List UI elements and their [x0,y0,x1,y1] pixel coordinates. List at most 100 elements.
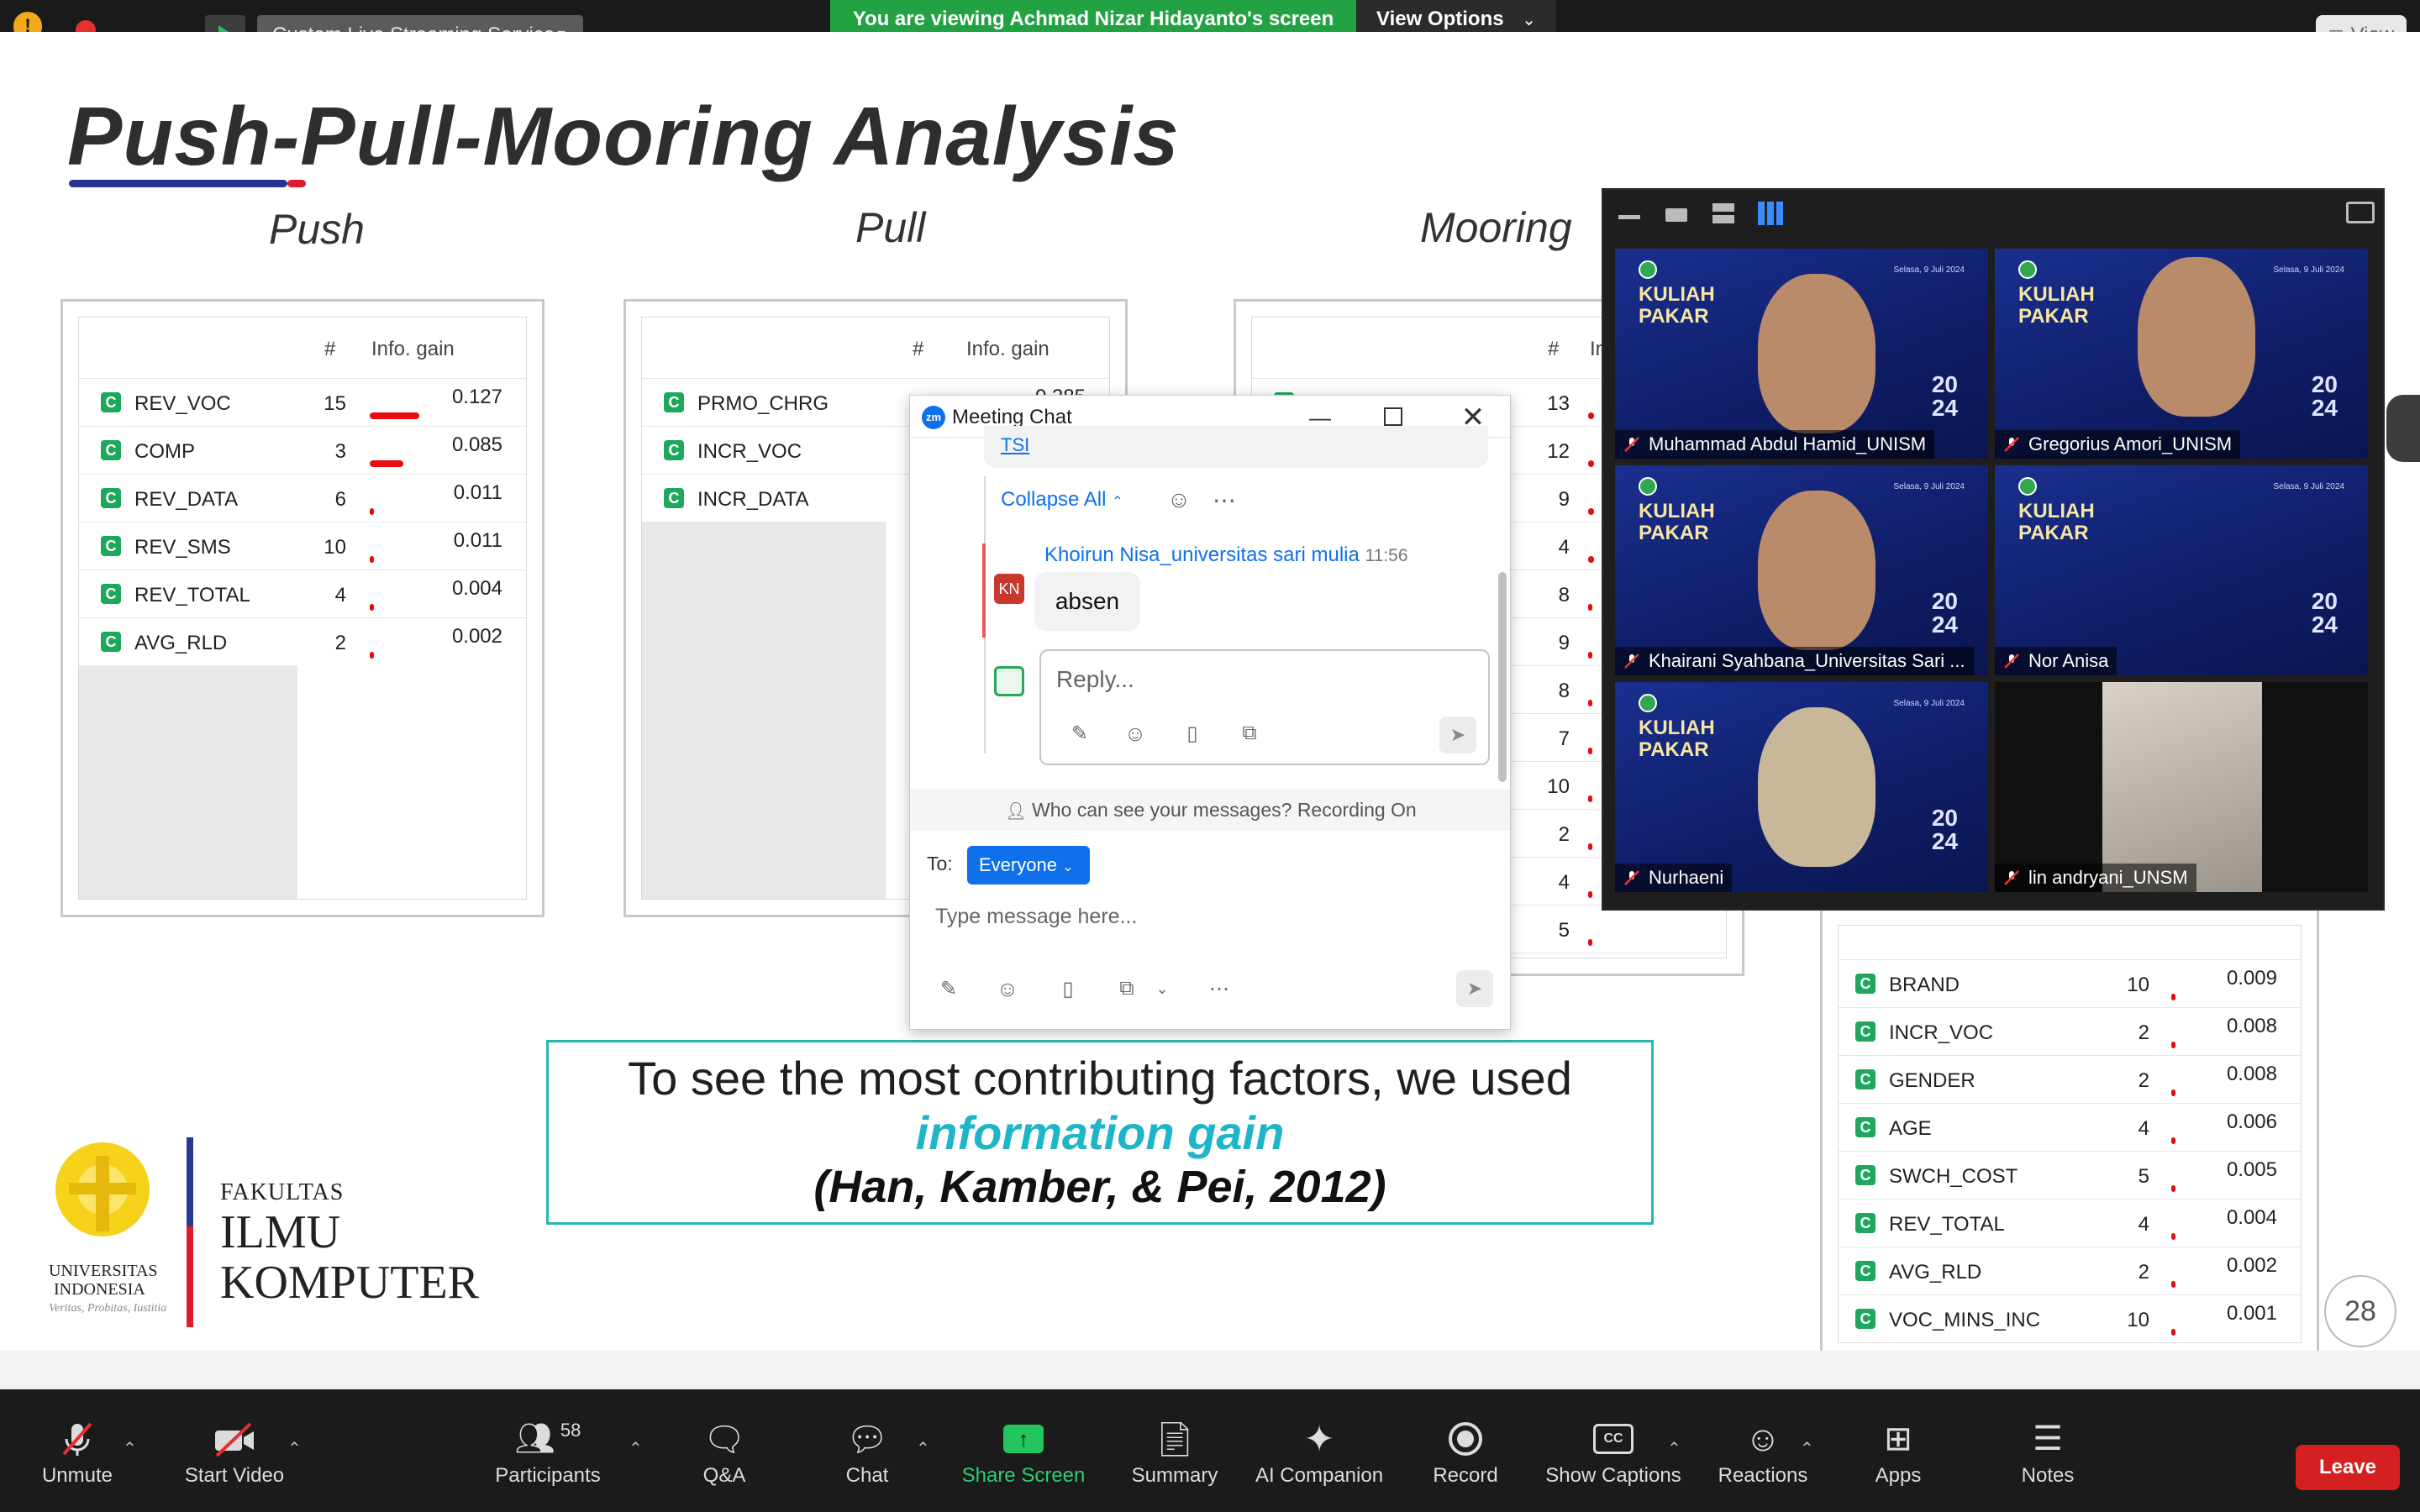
participants-options-caret[interactable]: ⌃ [629,1438,643,1459]
reactions-button[interactable]: ☺ Reactions [1714,1389,1812,1512]
gallery-view-icon[interactable] [1758,202,1783,225]
info-gain-value: 0.005 [2226,1158,2277,1181]
meeting-chat-window[interactable]: zm Meeting Chat — ✕ TSI Collapse All ⌃ ☺… [909,395,1511,1030]
page-number-text: 28 [2344,1295,2376,1327]
emoji-icon[interactable]: ☺ [1122,720,1149,747]
info-gain-bar [2171,1281,2175,1288]
feature-name: INCR_VOC [1889,1021,1994,1044]
send-icon[interactable]: ➤ [1456,970,1493,1007]
unmute-button[interactable]: Unmute [24,1389,131,1512]
empty-rows-area [642,522,886,899]
info-gain-bar [1588,412,1594,419]
table-row: CINCR_DATA20.000 [1839,1342,2302,1343]
file-icon[interactable]: ▯ [1055,975,1081,1002]
participants-button[interactable]: 👥︎ 58 Participants [484,1389,612,1512]
sender-avatar: KN [994,574,1024,604]
send-icon[interactable]: ➤ [1439,717,1476,753]
video-gallery-panel[interactable]: Selasa, 9 Juli 2024 KULIAH PAKAR 20 24 Muhamm… [1602,188,2385,911]
video-options-caret[interactable]: ⌃ [287,1438,302,1459]
notes-button[interactable]: ☰ Notes [2010,1389,2086,1512]
visibility-notice[interactable]: 👤︎ Who can see your messages? Recording … [910,789,1510,831]
captions-options-caret[interactable]: ⌃ [1667,1438,1681,1459]
chat-label: Chat [845,1464,889,1487]
info-gain-value: 0.002 [2226,1254,2277,1277]
add-reaction-icon[interactable]: ☺ [1164,485,1194,515]
participant-tile[interactable]: Selasa, 9 Juli 2024 KULIAH PAKAR 20 24 Nor An… [1995,465,2368,675]
show-captions-button[interactable]: CC Show Captions [1539,1389,1687,1512]
feature-count: 13 [1547,392,1570,415]
participant-tile[interactable]: Selasa, 9 Juli 2024 KULIAH PAKAR 20 24 Nurhae… [1615,682,1988,892]
chat-scrollbar[interactable] [1498,572,1507,782]
chevron-down-icon: ⌄ [1062,860,1074,874]
event-title-line1: KULIAH [2018,283,2095,306]
feature-count: 2 [334,632,346,654]
qa-button[interactable]: 🗨︎ Q&A [689,1389,760,1512]
feature-name: INCR_DATA [697,488,809,511]
participant-video [1758,491,1876,650]
maximize-icon[interactable] [1384,407,1402,426]
minimize-view-icon[interactable] [1618,215,1640,219]
participant-tile[interactable]: Selasa, 9 Juli 2024 KULIAH PAKAR 20 24 Gregor… [1995,249,2368,459]
file-icon[interactable]: ▯ [1179,720,1206,747]
apps-button[interactable]: ⊞ Apps [1860,1389,1936,1512]
reply-box[interactable]: Reply... ✎ ☺ ▯ ⧉ ➤ [1039,649,1490,765]
feature-count: 4 [1558,536,1570,559]
collapse-all-button[interactable]: Collapse All ⌃ [1001,488,1123,512]
event-year-line1: 20 [2311,371,2338,397]
person-icon: 👤︎ [1005,802,1027,821]
unmute-label: Unmute [41,1464,113,1487]
event-title: KULIAH PAKAR [1639,284,1715,328]
emoji-icon[interactable]: ☺ [994,975,1021,1002]
scroll-handle[interactable] [2386,395,2420,462]
screenshot-icon[interactable]: ⧉ [1113,975,1140,1002]
previous-message-bubble: TSI [984,426,1488,468]
participant-tile[interactable]: Selasa, 9 Juli 2024 KULIAH PAKAR 20 24 Muhamm… [1615,249,1988,459]
info-gain-bar [1588,556,1594,563]
participant-name-label: Khairani Syahbana_Universitas Sari ... [1615,647,1974,675]
categorical-badge-icon: C [1855,1261,1876,1281]
share-screen-button[interactable]: ↑ Share Screen [955,1389,1092,1512]
notes-icon: ☰ [2033,1420,2063,1457]
message-bubble: absen [1034,572,1140,631]
leave-button[interactable]: Leave [2296,1445,2400,1490]
participant-tile[interactable]: Selasa, 9 Juli 2024 KULIAH PAKAR 20 24 Khaira… [1615,465,1988,675]
sender-name[interactable]: Khoirun Nisa_universitas sari mulia 11:5… [1044,543,1408,567]
audio-options-caret[interactable]: ⌃ [123,1438,137,1459]
exit-panel-icon[interactable] [2346,202,2375,223]
summary-button[interactable]: 📄︎ Summary [1123,1389,1227,1512]
notes-label: Notes [2021,1464,2075,1487]
participant-tile[interactable]: lin andryani_UNSM [1995,682,2368,892]
screenshot-icon[interactable]: ⧉ [1236,720,1263,747]
feature-name: AGE [1889,1117,1932,1140]
more-icon[interactable]: ⋯ [1209,485,1239,515]
format-pen-icon[interactable]: ✎ [1066,720,1093,747]
reactions-options-caret[interactable]: ⌃ [1800,1438,1814,1459]
summary-label: Summary [1131,1464,1218,1487]
previous-message-link[interactable]: TSI [1001,434,1029,456]
message-input[interactable]: Type message here... [923,896,1495,938]
zoom-logo-icon: zm [922,406,945,429]
format-pen-icon[interactable]: ✎ [935,975,962,1002]
recipient-dropdown[interactable]: Everyone ⌄ [967,846,1090,885]
participant-name-label: Gregorius Amori_UNISM [1995,430,2241,459]
chat-button[interactable]: 💬︎ Chat [832,1389,902,1512]
event-year-line1: 20 [1931,588,1958,614]
reactions-label: Reactions [1718,1464,1808,1487]
participant-name-label: Muhammad Abdul Hamid_UNISM [1615,430,1935,459]
feature-count: 9 [1558,632,1570,654]
feature-count: 2 [2138,1069,2149,1092]
feature-count: 4 [2138,1213,2149,1236]
chevron-down-icon[interactable]: ⌄ [1152,975,1172,1002]
info-gain-table-1: # Info. gain C REV_VOC 15 0.127 C COMP 3 0.085 C RE… [60,299,544,917]
more-icon[interactable]: ⋯ [1206,975,1233,1002]
summary-icon: 📄︎ [1153,1420,1197,1458]
chat-options-caret[interactable]: ⌃ [916,1438,930,1459]
ai-companion-button[interactable]: ✦ AI Companion [1249,1389,1390,1512]
slide-bottom-strip [0,1351,2420,1389]
speaker-view-icon[interactable] [1665,208,1687,222]
record-button[interactable]: Record [1423,1389,1507,1512]
mooring-heading: Mooring [1420,204,1572,251]
strip-view-icon[interactable] [1712,203,1734,223]
categorical-badge-icon: C [101,392,121,412]
start-video-button[interactable]: Start Video [173,1389,296,1512]
